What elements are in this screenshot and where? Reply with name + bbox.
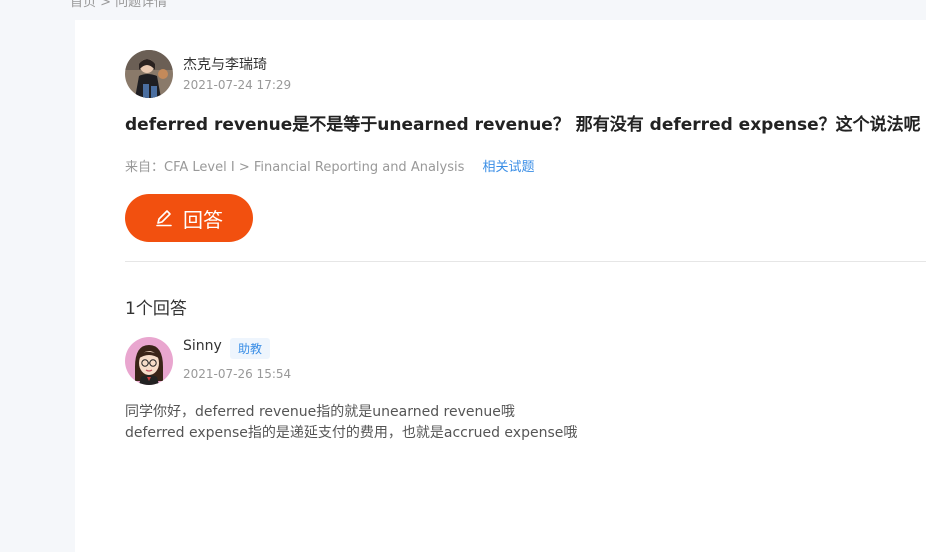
- top-strip: 首页 > 问题详情: [0, 0, 926, 18]
- answer-button-label: 回答: [183, 209, 223, 232]
- question-card: 杰克与李瑞琦 2021-07-24 17:29 deferred revenue…: [75, 20, 926, 552]
- answerer-avatar[interactable]: [125, 337, 173, 385]
- question-author-name[interactable]: 杰克与李瑞琦: [183, 54, 267, 74]
- answer-button[interactable]: 回答: [125, 194, 253, 242]
- question-source: 来自：CFA Level I > Financial Reporting and…: [125, 156, 535, 175]
- answer-count: 1个回答: [125, 299, 187, 319]
- pencil-icon: [155, 209, 173, 227]
- source-path: CFA Level I > Financial Reporting and An…: [164, 160, 465, 175]
- question-time: 2021-07-24 17:29: [183, 78, 292, 92]
- answer-line: deferred expense指的是递延支付的费用，也就是accrued ex…: [125, 425, 578, 441]
- answer-content: 同学你好，deferred revenue指的就是unearned revenu…: [125, 402, 577, 444]
- answer-line: 同学你好，deferred revenue指的就是unearned revenu…: [125, 404, 515, 420]
- related-questions-link[interactable]: 相关试题: [483, 160, 535, 175]
- question-title: deferred revenue是不是等于unearned revenue？ 那…: [125, 115, 921, 135]
- breadcrumb[interactable]: 首页 > 问题详情: [70, 0, 167, 10]
- question-author-avatar[interactable]: [125, 50, 173, 98]
- role-badge: 助教: [230, 338, 271, 359]
- divider: [125, 261, 926, 262]
- answerer-name[interactable]: Sinny: [183, 338, 222, 354]
- answer-time: 2021-07-26 15:54: [183, 367, 292, 381]
- source-prefix: 来自：: [125, 160, 165, 175]
